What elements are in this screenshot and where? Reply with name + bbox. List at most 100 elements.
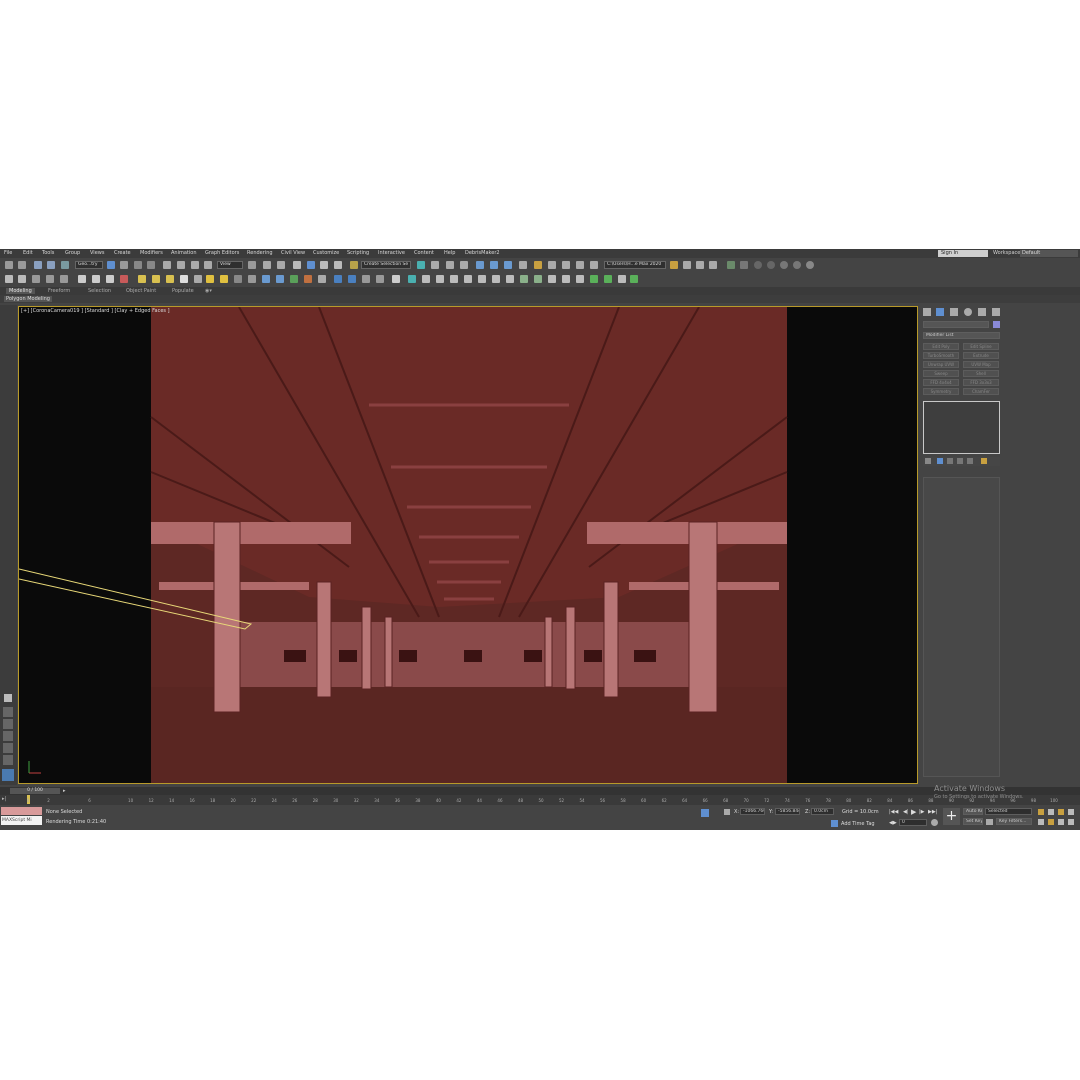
- ribbon-options-icon[interactable]: ◉▾: [205, 288, 212, 294]
- isolate-selection-icon[interactable]: [701, 809, 709, 817]
- tool-n-icon[interactable]: [492, 275, 500, 283]
- modifier-options-icon[interactable]: [981, 458, 987, 464]
- menu-edit[interactable]: Edit: [23, 250, 33, 256]
- align-icon[interactable]: [431, 261, 439, 269]
- previous-frame-icon[interactable]: ◀|: [903, 809, 909, 815]
- proxy-icon[interactable]: [234, 275, 242, 283]
- edit-named-selection-icon[interactable]: [350, 261, 358, 269]
- render-setup-icon[interactable]: [519, 261, 527, 269]
- modifier-list-dropdown[interactable]: Modifier List: [923, 332, 1000, 339]
- trackbar-toggle-icon[interactable]: ▸|: [2, 796, 6, 802]
- blue-tool-2-icon[interactable]: [348, 275, 356, 283]
- z-coordinate-field[interactable]: 0.0cm: [811, 808, 834, 815]
- tool-t-icon[interactable]: [576, 275, 584, 283]
- schematic-view-icon[interactable]: [490, 261, 498, 269]
- corona-light-icon[interactable]: [220, 275, 228, 283]
- remove-modifier-icon[interactable]: [957, 458, 963, 464]
- viewport[interactable]: [+] [CoronaCamera019 ] [Standard ] [Clay…: [18, 306, 918, 784]
- tool-g-icon[interactable]: [362, 275, 370, 283]
- project-folder-icon[interactable]: [683, 261, 691, 269]
- time-slider[interactable]: 0 / 100: [10, 788, 60, 794]
- material-2-icon[interactable]: [276, 275, 284, 283]
- layer-explorer-icon[interactable]: [446, 261, 454, 269]
- menu-views[interactable]: Views: [90, 250, 104, 256]
- plugin-circle-5-icon[interactable]: [806, 261, 814, 269]
- menu-create[interactable]: Create: [114, 250, 131, 256]
- material-icon[interactable]: [262, 275, 270, 283]
- go-to-end-icon[interactable]: ▶▶|: [928, 809, 937, 815]
- pivot-center-icon[interactable]: [248, 261, 256, 269]
- plugin-circle-2-icon[interactable]: [767, 261, 775, 269]
- menu-rendering[interactable]: Rendering: [247, 250, 273, 256]
- menu-content[interactable]: Content: [414, 250, 434, 256]
- play-icon[interactable]: ▶: [911, 808, 916, 816]
- plugin-circle-3-icon[interactable]: [780, 261, 788, 269]
- modify-tab-icon[interactable]: [936, 308, 944, 316]
- tool-l-icon[interactable]: [464, 275, 472, 283]
- go-to-start-icon[interactable]: |◀◀: [889, 809, 898, 815]
- key-tangent-icon[interactable]: [986, 819, 993, 825]
- key-filters-button[interactable]: Key Filters...: [996, 818, 1032, 825]
- script-tool-icon[interactable]: [727, 261, 735, 269]
- check-2-icon[interactable]: [604, 275, 612, 283]
- auto-key-button[interactable]: Auto Key: [963, 808, 983, 815]
- scale-icon[interactable]: [191, 261, 199, 269]
- viewport-label[interactable]: [+] [CoronaCamera019 ] [Standard ] [Clay…: [21, 308, 170, 314]
- maxscript-listener-top[interactable]: [1, 807, 42, 815]
- angle-snap-icon[interactable]: [307, 261, 315, 269]
- field-of-view-icon[interactable]: [1038, 819, 1044, 825]
- select-object-icon[interactable]: [107, 261, 115, 269]
- grid-icon[interactable]: [46, 275, 54, 283]
- render-activeshade-icon[interactable]: [576, 261, 584, 269]
- polygon-modeling-label[interactable]: Polygon Modeling: [4, 296, 52, 302]
- layout-1-icon[interactable]: [3, 707, 13, 717]
- tool-b-icon[interactable]: [92, 275, 100, 283]
- maxscript-mini-listener[interactable]: MAXScript Mi: [1, 816, 42, 825]
- layout-3-icon[interactable]: [3, 731, 13, 741]
- workspace-select[interactable]: Default: [1020, 250, 1078, 257]
- menu-modifiers[interactable]: Modifiers: [140, 250, 163, 256]
- bind-space-warp-icon[interactable]: [61, 261, 69, 269]
- key-set-dropdown[interactable]: Selected: [985, 808, 1032, 815]
- plugin-circle-icon[interactable]: [754, 261, 762, 269]
- utilities-tab-icon[interactable]: [992, 308, 1000, 316]
- zoom-extents-icon[interactable]: [1058, 809, 1064, 815]
- sun-icon[interactable]: [166, 275, 174, 283]
- cloud-icon[interactable]: [18, 275, 26, 283]
- container-icon[interactable]: [60, 275, 68, 283]
- recent-files-icon[interactable]: [709, 261, 717, 269]
- place-icon[interactable]: [204, 261, 212, 269]
- motion-tab-icon[interactable]: [964, 308, 972, 316]
- tool-r-icon[interactable]: [548, 275, 556, 283]
- tool-j-icon[interactable]: [436, 275, 444, 283]
- tool-k-icon[interactable]: [450, 275, 458, 283]
- next-frame-icon[interactable]: ▸: [63, 788, 66, 794]
- tool-o-icon[interactable]: [506, 275, 514, 283]
- scatter-icon[interactable]: [248, 275, 256, 283]
- window-crossing-icon[interactable]: [147, 261, 155, 269]
- snaps-toggle-icon[interactable]: [293, 261, 301, 269]
- mod-sweep-button[interactable]: Sweep: [923, 370, 959, 377]
- layout-4-icon[interactable]: [3, 743, 13, 753]
- tool-p-icon[interactable]: [520, 275, 528, 283]
- tool-c-icon[interactable]: [106, 275, 114, 283]
- tab-modeling[interactable]: Modeling: [6, 288, 35, 294]
- mirror-icon[interactable]: [417, 261, 425, 269]
- menu-graph-editors[interactable]: Graph Editors: [205, 250, 239, 256]
- redo-icon[interactable]: [18, 261, 26, 269]
- chevron-down-icon[interactable]: [630, 275, 638, 283]
- menu-civil-view[interactable]: Civil View: [281, 250, 305, 256]
- mod-turbosmooth-button[interactable]: TurboSmooth: [923, 352, 959, 359]
- info-icon[interactable]: [392, 275, 400, 283]
- zoom-icon[interactable]: [1038, 809, 1044, 815]
- next-key-icon[interactable]: |▶: [919, 809, 925, 815]
- select-by-name-icon[interactable]: [120, 261, 128, 269]
- sign-in-button[interactable]: Sign In: [938, 250, 988, 257]
- zoom-all-icon[interactable]: [1048, 809, 1054, 815]
- selection-filter-dropdown[interactable]: Geo...try: [75, 261, 103, 269]
- hierarchy-tab-icon[interactable]: [950, 308, 958, 316]
- absolute-mode-icon[interactable]: [724, 809, 730, 815]
- rendered-frame-window-icon[interactable]: [534, 261, 542, 269]
- pan-view-icon[interactable]: [1048, 819, 1054, 825]
- menu-customize[interactable]: Customize: [313, 250, 339, 256]
